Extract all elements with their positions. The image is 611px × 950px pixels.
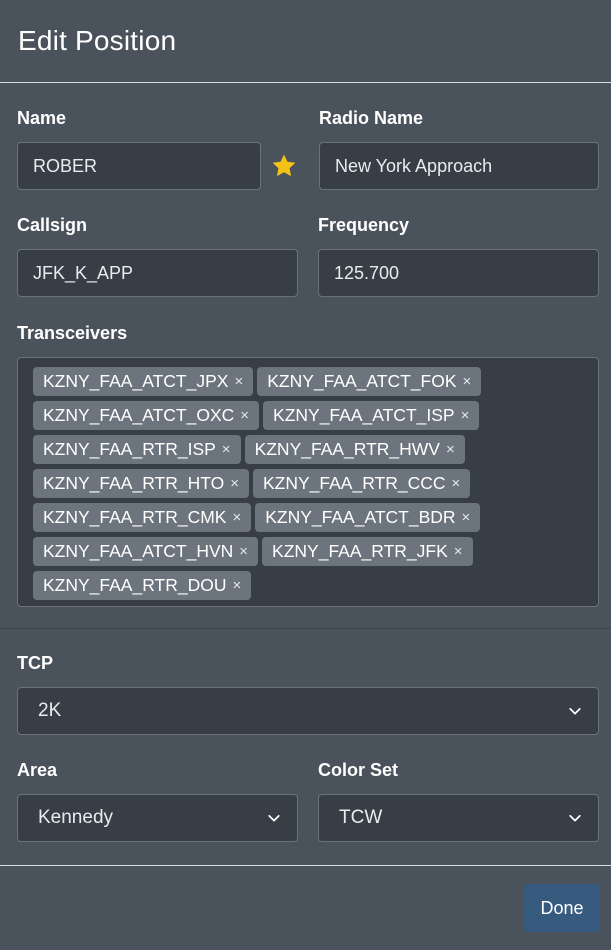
- name-label: Name: [17, 108, 67, 128]
- frequency-input[interactable]: 125.700: [318, 249, 599, 297]
- transceiver-tag: KZNY_FAA_RTR_DOU ×: [33, 571, 252, 600]
- transceiver-tag-label: KZNY_FAA_RTR_CMK: [43, 507, 227, 527]
- done-button[interactable]: Done: [524, 884, 600, 932]
- color-set-selected-value: TCW: [339, 807, 383, 828]
- edit-position-dialog: Edit Position Name ROBER Radio Name New …: [0, 0, 611, 950]
- area-group: Area Kennedy: [17, 759, 298, 842]
- transceivers-label: Transceivers: [17, 323, 128, 343]
- remove-tag-icon[interactable]: ×: [452, 476, 461, 491]
- section-divider: [0, 628, 611, 629]
- remove-tag-icon[interactable]: ×: [239, 544, 248, 559]
- transceiver-tag: KZNY_FAA_RTR_HWV ×: [244, 435, 465, 464]
- tcp-select[interactable]: 2K: [17, 687, 599, 735]
- remove-tag-icon[interactable]: ×: [454, 544, 463, 559]
- transceiver-tag: KZNY_FAA_RTR_CMK ×: [33, 503, 252, 532]
- remove-tag-icon[interactable]: ×: [461, 408, 470, 423]
- transceiver-tag-label: KZNY_FAA_RTR_JFK: [272, 541, 448, 561]
- transceivers-multiselect[interactable]: KZNY_FAA_ATCT_JPX × KZNY_FAA_ATCT_FOK × KZNY…: [17, 357, 599, 607]
- callsign-group: Callsign JFK_K_APP: [17, 214, 298, 297]
- chevron-down-icon: [268, 814, 280, 822]
- transceiver-tag-label: KZNY_FAA_RTR_HTO: [43, 473, 225, 493]
- transceiver-tag: KZNY_FAA_RTR_JFK ×: [262, 537, 473, 566]
- chevron-down-icon: [569, 707, 581, 715]
- transceivers-group: Transceivers KZNY_FAA_ATCT_JPX × KZNY_FAA_…: [17, 322, 599, 607]
- color-set-group: Color Set TCW: [318, 759, 599, 842]
- frequency-label: Frequency: [318, 215, 410, 235]
- transceiver-tag-label: KZNY_FAA_ATCT_HVN: [43, 541, 234, 561]
- tcp-group: TCP 2K: [17, 652, 599, 735]
- color-set-label: Color Set: [318, 760, 399, 780]
- transceiver-tag-label: KZNY_FAA_ATCT_FOK: [267, 371, 457, 391]
- remove-tag-icon[interactable]: ×: [463, 374, 472, 389]
- transceiver-tag-label: KZNY_FAA_RTR_HWV: [254, 439, 440, 459]
- transceiver-tag-label: KZNY_FAA_ATCT_BDR: [265, 507, 456, 527]
- tcp-selected-value: 2K: [38, 700, 62, 721]
- tcp-label: TCP: [17, 653, 53, 673]
- transceiver-tag: KZNY_FAA_RTR_ISP ×: [33, 435, 241, 464]
- remove-tag-icon[interactable]: ×: [232, 510, 241, 525]
- area-selected-value: Kennedy: [38, 807, 114, 828]
- callsign-input[interactable]: JFK_K_APP: [17, 249, 298, 297]
- dialog-body: Name ROBER Radio Name New York Approach …: [0, 83, 611, 842]
- transceiver-tag: KZNY_FAA_RTR_CCC ×: [252, 469, 471, 498]
- radio-name-group: Radio Name New York Approach: [319, 107, 599, 190]
- remove-tag-icon[interactable]: ×: [462, 510, 471, 525]
- radio-name-label: Radio Name: [319, 108, 424, 128]
- chevron-down-icon: [569, 814, 581, 822]
- dialog-title: Edit Position: [18, 25, 177, 56]
- frequency-group: Frequency 125.700: [318, 214, 599, 297]
- dialog-header: Edit Position: [0, 0, 611, 83]
- star-icon[interactable]: [269, 151, 299, 181]
- remove-tag-icon[interactable]: ×: [446, 442, 455, 457]
- transceiver-tag-label: KZNY_FAA_RTR_CCC: [262, 473, 446, 493]
- dialog-footer: Done: [0, 865, 611, 950]
- transceiver-tag: KZNY_FAA_ATCT_HVN ×: [33, 537, 259, 566]
- transceiver-tag: KZNY_FAA_ATCT_FOK ×: [257, 367, 482, 396]
- transceiver-tag-label: KZNY_FAA_ATCT_OXC: [43, 405, 235, 425]
- remove-tag-icon[interactable]: ×: [222, 442, 231, 457]
- remove-tag-icon[interactable]: ×: [234, 374, 243, 389]
- transceiver-tag-label: KZNY_FAA_RTR_ISP: [43, 439, 216, 459]
- transceiver-tag-label: KZNY_FAA_RTR_DOU: [43, 575, 227, 595]
- transceiver-tag: KZNY_FAA_ATCT_OXC ×: [33, 401, 260, 430]
- color-set-select[interactable]: TCW: [318, 794, 599, 842]
- remove-tag-icon[interactable]: ×: [232, 578, 241, 593]
- transceiver-tag: KZNY_FAA_ATCT_ISP ×: [263, 401, 480, 430]
- transceiver-tag: KZNY_FAA_RTR_HTO ×: [33, 469, 249, 498]
- transceiver-tag-label: KZNY_FAA_ATCT_ISP: [273, 405, 455, 425]
- name-group: Name ROBER: [17, 107, 299, 190]
- transceiver-tag: KZNY_FAA_ATCT_JPX ×: [33, 367, 254, 396]
- radio-name-input[interactable]: New York Approach: [319, 142, 599, 190]
- area-select[interactable]: Kennedy: [17, 794, 298, 842]
- area-label: Area: [17, 760, 58, 780]
- remove-tag-icon[interactable]: ×: [240, 408, 249, 423]
- remove-tag-icon[interactable]: ×: [230, 476, 239, 491]
- transceiver-tag-label: KZNY_FAA_ATCT_JPX: [43, 371, 229, 391]
- name-input[interactable]: ROBER: [17, 142, 262, 190]
- transceiver-tag: KZNY_FAA_ATCT_BDR ×: [255, 503, 481, 532]
- callsign-label: Callsign: [17, 215, 88, 235]
